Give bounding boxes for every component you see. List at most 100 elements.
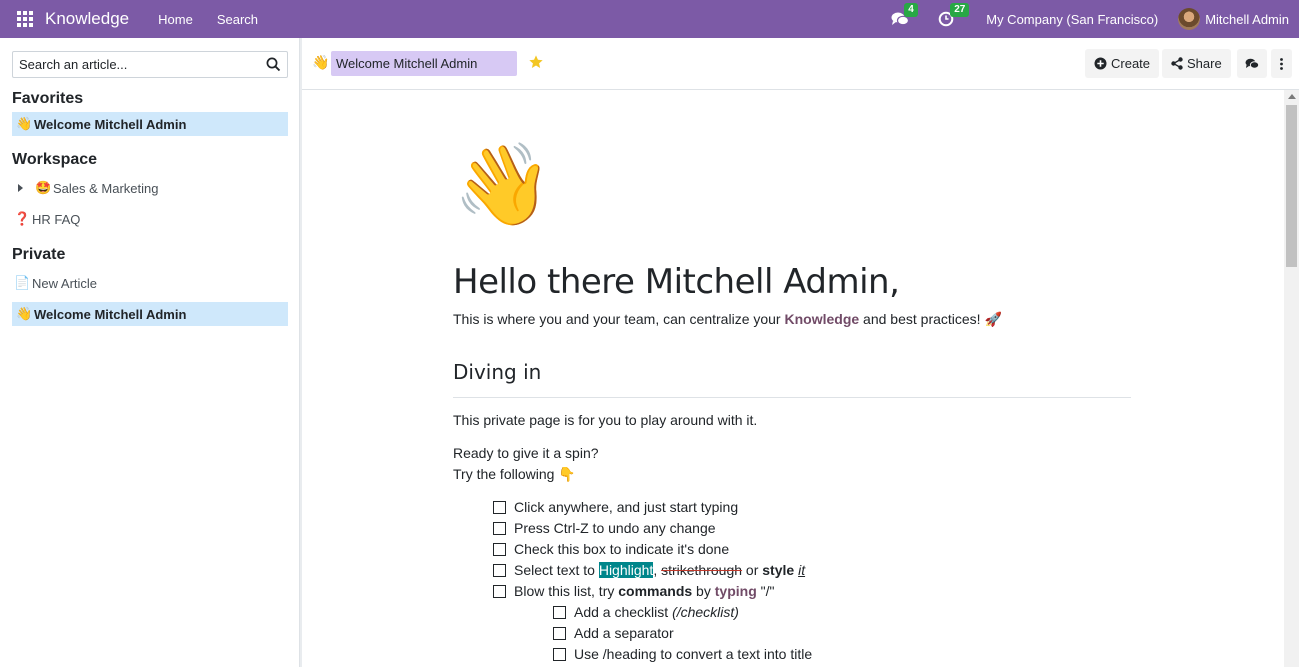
sidebar: Favorites 👋 Welcome Mitchell Admin Works… bbox=[0, 38, 300, 667]
checklist-item-label: Add a checklist (/checklist) bbox=[574, 604, 739, 620]
checklist-item[interactable]: Blow this list, try commands by typing "… bbox=[493, 583, 774, 599]
paragraph[interactable]: Try the following 👇 bbox=[453, 466, 576, 483]
bold-text: commands bbox=[618, 583, 693, 599]
sidebar-item-hr-faq[interactable]: ❓ HR FAQ bbox=[12, 207, 288, 231]
nav-search[interactable]: Search bbox=[217, 12, 258, 27]
checklist-item-label: Blow this list, try commands by typing "… bbox=[514, 583, 774, 599]
apps-menu-icon[interactable] bbox=[17, 11, 33, 27]
checklist-item-label: Check this box to indicate it's done bbox=[514, 541, 730, 557]
checklist-item[interactable]: Select text to Highlight, strikethrough … bbox=[493, 562, 805, 578]
create-label: Create bbox=[1111, 56, 1151, 71]
italic-text: it bbox=[798, 562, 806, 578]
user-menu[interactable]: Mitchell Admin bbox=[1205, 12, 1289, 27]
search-box[interactable] bbox=[12, 51, 288, 78]
paragraph[interactable]: Ready to give it a spin? bbox=[453, 445, 599, 461]
share-icon bbox=[1171, 57, 1183, 70]
checklist-item-label: Select text to Highlight, strikethrough … bbox=[514, 562, 805, 578]
separator bbox=[453, 397, 1131, 398]
document-icon: 📄 bbox=[14, 275, 31, 290]
checklist-item[interactable]: Check this box to indicate it's done bbox=[493, 541, 729, 557]
text: Blow this list, try bbox=[514, 583, 619, 599]
search-icon[interactable] bbox=[266, 57, 281, 72]
messages-badge: 4 bbox=[904, 3, 918, 17]
text: or bbox=[742, 562, 763, 578]
checkbox[interactable] bbox=[553, 605, 566, 619]
checklist-item-label: Press Ctrl-Z to undo any change bbox=[514, 520, 716, 536]
chatter-button[interactable] bbox=[1237, 49, 1267, 78]
article-title-input[interactable]: Welcome Mitchell Admin bbox=[331, 51, 517, 76]
checkbox[interactable] bbox=[553, 647, 566, 661]
plus-circle-icon bbox=[1094, 57, 1107, 70]
question-icon: ❓ bbox=[14, 211, 31, 226]
star-struck-icon: 🤩 bbox=[35, 180, 52, 195]
avatar[interactable] bbox=[1178, 8, 1201, 30]
create-button[interactable]: Create bbox=[1085, 49, 1160, 78]
checkbox[interactable] bbox=[553, 626, 566, 640]
italic-text: (/checklist) bbox=[672, 604, 739, 620]
paragraph[interactable]: This private page is for you to play aro… bbox=[453, 412, 757, 428]
share-label: Share bbox=[1187, 56, 1222, 71]
share-button[interactable]: Share bbox=[1162, 49, 1231, 78]
intro-text: This is where you and your team, can cen… bbox=[453, 311, 785, 327]
checkbox[interactable] bbox=[493, 542, 506, 556]
text: "/" bbox=[756, 583, 775, 599]
messages-button[interactable]: 4 bbox=[890, 3, 918, 29]
article-header: 👋 Welcome Mitchell Admin Create Share bbox=[302, 38, 1299, 90]
company-switcher[interactable]: My Company (San Francisco) bbox=[986, 12, 1158, 27]
checkbox[interactable] bbox=[493, 500, 506, 514]
scroll-up-arrow-icon[interactable] bbox=[1288, 94, 1296, 99]
highlight-text: Highlight bbox=[598, 562, 654, 578]
wave-icon: 👋 bbox=[16, 116, 33, 131]
workspace-title: Workspace bbox=[12, 151, 98, 168]
sidebar-item-label: Welcome Mitchell Admin bbox=[34, 116, 187, 132]
app-title[interactable]: Knowledge bbox=[45, 9, 129, 29]
sidebar-item-label: New Article bbox=[32, 275, 98, 291]
sidebar-item-label: HR FAQ bbox=[32, 211, 81, 227]
text: , bbox=[653, 562, 662, 578]
checkbox[interactable] bbox=[493, 521, 506, 535]
caret-right-icon[interactable] bbox=[18, 184, 23, 192]
intro-keyword: Knowledge bbox=[784, 311, 860, 327]
article-body[interactable]: 👋 Hello there Mitchell Admin, This is wh… bbox=[302, 90, 1284, 667]
sidebar-item-label: Sales & Marketing bbox=[53, 180, 159, 196]
article-emoji-icon[interactable]: 👋 bbox=[312, 54, 329, 71]
activities-button[interactable]: 27 bbox=[936, 3, 970, 29]
sidebar-item-private-welcome[interactable]: 👋 Welcome Mitchell Admin bbox=[12, 302, 288, 326]
bold-text: style bbox=[762, 562, 795, 578]
search-input[interactable] bbox=[13, 57, 253, 72]
wave-icon: 👋 bbox=[16, 306, 33, 321]
sidebar-item-label: Welcome Mitchell Admin bbox=[34, 306, 187, 322]
sidebar-item-sales-marketing[interactable]: 🤩 Sales & Marketing bbox=[12, 176, 288, 200]
text: by bbox=[692, 583, 715, 599]
intro-text-end: and best practices! 🚀 bbox=[859, 311, 1002, 327]
checklist-item[interactable]: Click anywhere, and just start typing bbox=[493, 499, 738, 515]
checklist-subitem[interactable]: Use /heading to convert a text into titl… bbox=[553, 646, 812, 662]
section-heading[interactable]: Diving in bbox=[453, 360, 541, 384]
comments-icon bbox=[1245, 58, 1259, 69]
sidebar-item-new-article[interactable]: 📄 New Article bbox=[12, 271, 288, 295]
scrollbar[interactable] bbox=[1284, 90, 1299, 667]
more-options-button[interactable] bbox=[1271, 49, 1292, 78]
favorite-star-icon[interactable] bbox=[528, 54, 544, 70]
top-navbar: Knowledge Home Search 4 27 My Company (S… bbox=[0, 0, 1299, 38]
checklist-subitem[interactable]: Add a checklist (/checklist) bbox=[553, 604, 739, 620]
checklist-item-label: Use /heading to convert a text into titl… bbox=[574, 646, 813, 662]
article-cover-emoji[interactable]: 👋 bbox=[453, 140, 553, 230]
typing-text: typing bbox=[714, 583, 757, 599]
scrollbar-thumb[interactable] bbox=[1286, 105, 1297, 267]
ellipsis-vertical-icon bbox=[1280, 57, 1283, 70]
checkbox[interactable] bbox=[493, 563, 506, 577]
article-heading[interactable]: Hello there Mitchell Admin, bbox=[453, 262, 900, 302]
text: Select text to bbox=[514, 562, 599, 578]
text: Add a checklist bbox=[574, 604, 673, 620]
favorites-title: Favorites bbox=[12, 90, 84, 107]
checklist-item-label: Add a separator bbox=[574, 625, 674, 641]
nav-home[interactable]: Home bbox=[158, 12, 193, 27]
sidebar-item-favorite-welcome[interactable]: 👋 Welcome Mitchell Admin bbox=[12, 112, 288, 136]
checklist-item[interactable]: Press Ctrl-Z to undo any change bbox=[493, 520, 716, 536]
private-title: Private bbox=[12, 246, 66, 263]
activities-badge: 27 bbox=[950, 3, 970, 17]
checklist-subitem[interactable]: Add a separator bbox=[553, 625, 674, 641]
checkbox[interactable] bbox=[493, 584, 506, 598]
intro-paragraph[interactable]: This is where you and your team, can cen… bbox=[453, 311, 1002, 328]
